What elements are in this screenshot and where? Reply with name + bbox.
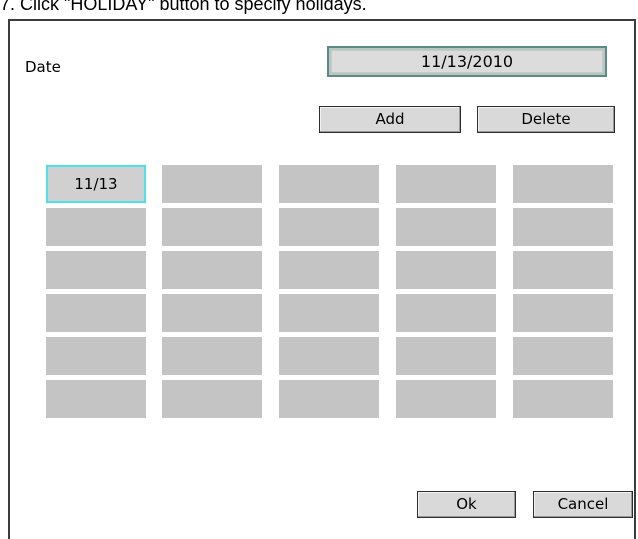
holiday-cell[interactable] bbox=[396, 380, 496, 418]
delete-button[interactable]: Delete bbox=[477, 106, 615, 133]
holiday-cell[interactable] bbox=[513, 337, 613, 375]
ok-button[interactable]: Ok bbox=[417, 491, 516, 518]
holiday-cell[interactable] bbox=[46, 294, 146, 332]
holiday-cell[interactable] bbox=[162, 294, 262, 332]
holiday-cell[interactable] bbox=[279, 208, 379, 246]
holiday-cell[interactable] bbox=[46, 208, 146, 246]
holiday-cell[interactable] bbox=[279, 165, 379, 203]
holiday-cell[interactable] bbox=[513, 294, 613, 332]
holiday-cell[interactable] bbox=[46, 380, 146, 418]
date-label: Date bbox=[25, 58, 61, 76]
holiday-cell[interactable] bbox=[279, 380, 379, 418]
holiday-cell[interactable] bbox=[396, 251, 496, 289]
holiday-cell[interactable] bbox=[162, 165, 262, 203]
holiday-cell[interactable] bbox=[162, 251, 262, 289]
instruction-caption: 7. Click "HOLIDAY" button to specify hol… bbox=[0, 0, 367, 14]
holiday-cell[interactable] bbox=[396, 165, 496, 203]
holiday-cell[interactable] bbox=[279, 337, 379, 375]
holiday-cell[interactable] bbox=[396, 208, 496, 246]
holiday-cell[interactable] bbox=[396, 294, 496, 332]
holiday-cell[interactable] bbox=[513, 380, 613, 418]
holiday-cell[interactable] bbox=[162, 337, 262, 375]
holiday-cell[interactable] bbox=[513, 251, 613, 289]
holiday-cell[interactable] bbox=[279, 294, 379, 332]
holiday-cell[interactable] bbox=[513, 208, 613, 246]
date-field[interactable]: 11/13/2010 bbox=[327, 46, 607, 77]
holiday-cell[interactable] bbox=[396, 337, 496, 375]
holiday-cell[interactable] bbox=[162, 208, 262, 246]
holiday-cell[interactable] bbox=[46, 251, 146, 289]
cancel-button[interactable]: Cancel bbox=[533, 491, 633, 518]
holiday-cell[interactable] bbox=[162, 380, 262, 418]
holiday-cell[interactable]: 11/13 bbox=[46, 165, 146, 203]
holiday-cell[interactable] bbox=[46, 337, 146, 375]
holiday-cell[interactable] bbox=[279, 251, 379, 289]
add-button[interactable]: Add bbox=[319, 106, 461, 133]
holiday-cell[interactable] bbox=[513, 165, 613, 203]
